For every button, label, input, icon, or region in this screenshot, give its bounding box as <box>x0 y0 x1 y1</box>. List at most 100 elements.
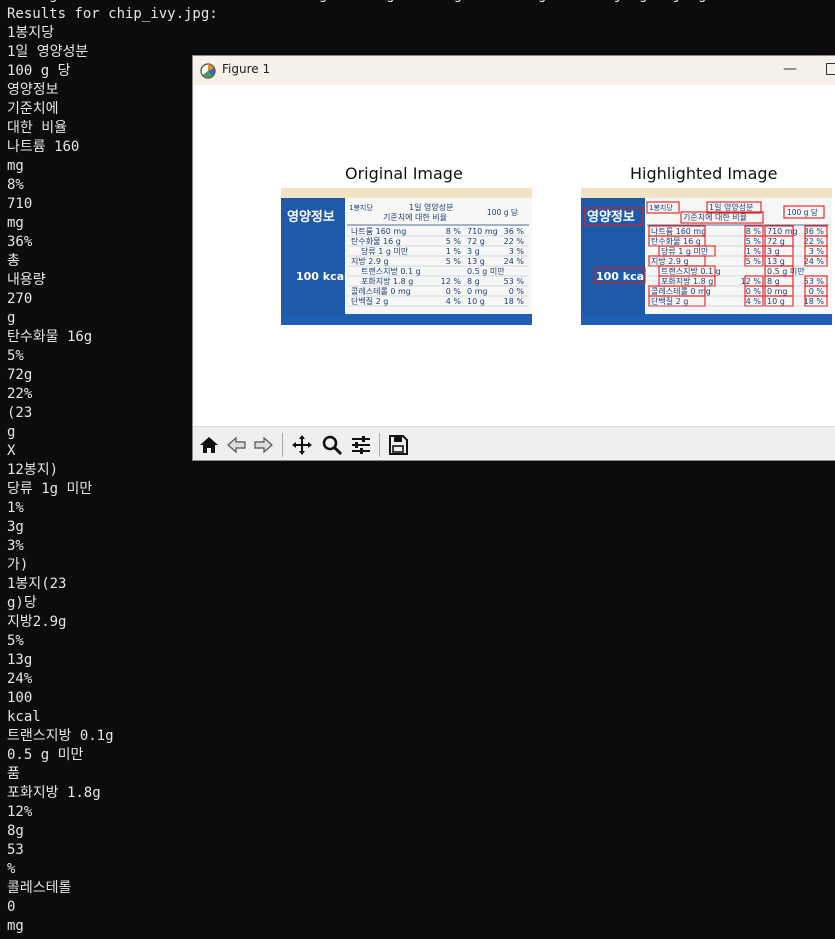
maximize-button[interactable] <box>826 63 835 75</box>
label-row-name: 단백질 2 g <box>351 296 388 306</box>
terminal-line: 24% <box>7 671 33 687</box>
save-icon[interactable] <box>386 433 410 457</box>
label-row-pct: 0 % <box>746 287 762 296</box>
figure-canvas[interactable]: Original Image Highlighted Image 영양정보 100… <box>193 85 835 425</box>
label-row-v100: 72 g <box>467 237 485 246</box>
terminal-line: 지방2.9g <box>7 614 67 630</box>
terminal-line: 콜레스테롤 <box>7 880 72 896</box>
terminal-line: 품 <box>7 766 20 782</box>
label-row-pct: 1 % <box>746 247 762 256</box>
label-row-name: 트랜스지방 0.1 g <box>661 266 721 276</box>
terminal-line: 12% <box>7 804 33 820</box>
label-per100: 100 g 당 <box>787 207 818 217</box>
label-row-name: 단백질 2 g <box>651 296 688 306</box>
label-row-pct: 4 % <box>446 297 462 306</box>
terminal-line: kcal <box>7 709 41 725</box>
label-row-p100: 3 % <box>509 247 525 256</box>
label-row-name: 트랜스지방 0.1 g <box>361 266 421 276</box>
label-row-v100: 10 g <box>467 297 485 306</box>
pan-move-icon[interactable] <box>290 433 314 457</box>
label-row-p100: 53 % <box>804 277 825 286</box>
terminal-line: 당류 1g 미만 <box>7 481 93 497</box>
label-row-name: 당류 1 g 미만 <box>361 246 409 256</box>
terminal-line: g)당 <box>7 595 37 611</box>
label-row-pct: 5 % <box>446 257 462 266</box>
label-row-name: 나트륨 160 mg <box>351 227 406 236</box>
terminal-line: 100 <box>7 690 33 706</box>
label-row-pct: 8 % <box>746 227 762 236</box>
label-row-v100: 710 mg <box>467 227 498 236</box>
photo-top-band <box>581 188 832 198</box>
configure-subplots-icon[interactable] <box>349 433 373 457</box>
label-row-p100: 24 % <box>504 257 525 266</box>
label-row-v100: 3 g <box>467 247 480 256</box>
label-row-v100: 0 mg <box>467 287 488 296</box>
terminal-line: Results for chip_ivy.jpg: <box>7 6 218 22</box>
label-row-p100: 24 % <box>804 257 825 266</box>
terminal-line: 포화지방 1.8g <box>7 785 101 801</box>
navigation-toolbar <box>193 426 835 460</box>
label-row-v100: 13 g <box>467 257 485 266</box>
home-icon[interactable] <box>197 433 221 457</box>
label-row-p100: 18 % <box>804 297 825 306</box>
label-row-v100: 10 g <box>767 297 785 306</box>
label-row-p100: 18 % <box>504 297 525 306</box>
label-header: 영양정보 <box>587 209 635 225</box>
matplotlib-app-icon <box>200 63 216 79</box>
photo-bottom-band <box>281 314 532 325</box>
minimize-button[interactable]: — <box>777 58 803 82</box>
photo-bottom-band <box>581 314 832 325</box>
title-bar[interactable]: Figure 1 — <box>193 56 835 86</box>
label-row-v100: 0.5 g 미만 <box>467 267 505 276</box>
label-row-name: 탄수화물 16 g <box>651 236 701 246</box>
terminal-line: mg <box>7 918 24 934</box>
label-row-name: 포화지방 1.8 g <box>661 276 713 286</box>
terminal-line: 1봉지(23 <box>7 576 67 592</box>
label-serving: 1봉지당 <box>349 203 373 212</box>
toolbar-separator <box>282 433 283 457</box>
label-row-pct: 5 % <box>746 257 762 266</box>
label-row-v100: 3 g <box>767 247 780 256</box>
label-row-v100: 8 g <box>767 277 780 286</box>
terminal-line: 12봉지) <box>7 462 59 478</box>
label-row-pct: 4 % <box>746 297 762 306</box>
terminal-line: 0.5 g 미만 <box>7 747 84 763</box>
label-row-pct: 1 % <box>446 247 462 256</box>
matplotlib-figure-window: Figure 1 — Original Image Highlighted Im… <box>192 55 835 461</box>
terminal-line: 8g <box>7 823 24 839</box>
original-image-title: Original Image <box>345 164 463 183</box>
terminal-line: % <box>7 861 16 877</box>
label-per100: 100 g 당 <box>487 207 518 217</box>
back-arrow-icon[interactable] <box>225 433 249 457</box>
window-title: Figure 1 <box>222 62 271 76</box>
label-row-pct: 5 % <box>446 237 462 246</box>
label-row-p100: 0 % <box>509 287 525 296</box>
label-ratio: 기준치에 대한 비율 <box>683 213 747 222</box>
label-row-p100: 22 % <box>504 237 525 246</box>
terminal-line: 1봉지당 <box>7 25 55 41</box>
label-row-v100: 0.5 g 미만 <box>767 267 805 276</box>
label-row-v100: 13 g <box>767 257 785 266</box>
zoom-icon[interactable] <box>320 433 344 457</box>
label-row-pct: 12 % <box>441 277 462 286</box>
label-header: 영양정보 <box>287 209 335 225</box>
original-image: 영양정보 100 kcal 1봉지당 1일 영양성분 기준치에 대한 비율 100 g 당… <box>281 188 532 325</box>
terminal-line: 가) <box>7 557 29 573</box>
terminal-line: 53 <box>7 842 24 858</box>
label-row-p100: 22 % <box>804 237 825 246</box>
forward-arrow-icon[interactable] <box>251 433 275 457</box>
label-row-name: 나트륨 160 mg <box>651 227 706 236</box>
label-row-pct: 0 % <box>446 287 462 296</box>
label-row-p100: 36 % <box>504 227 525 236</box>
terminal-line: 1% <box>7 500 24 516</box>
terminal-line: 3g <box>7 519 24 535</box>
label-kcal: 100 kcal <box>596 270 648 283</box>
label-kcal: 100 kcal <box>296 270 348 283</box>
label-row-name: 탄수화물 16 g <box>351 236 401 246</box>
label-row-v100: 72 g <box>767 237 785 246</box>
terminal-line: 13g <box>7 652 33 668</box>
highlighted-image: 영양정보 100 kcal 1봉지당 1일 영양성분 기준치에 대한 비율 100 g 당… <box>581 188 832 325</box>
highlighted-image-title: Highlighted Image <box>630 164 778 183</box>
label-row-v100: 0 mg <box>767 287 788 296</box>
label-serving: 1봉지당 <box>649 203 673 212</box>
